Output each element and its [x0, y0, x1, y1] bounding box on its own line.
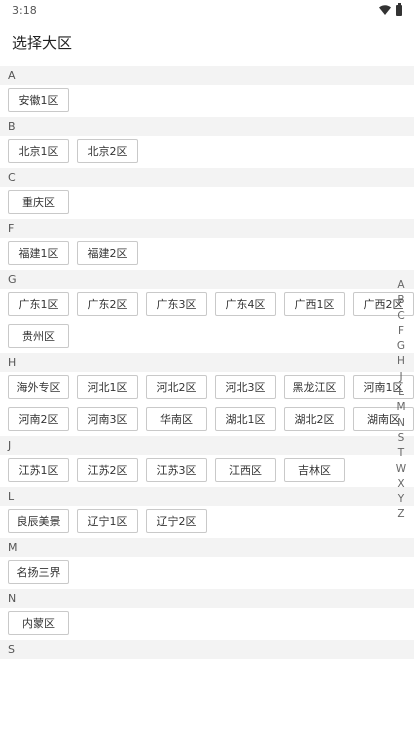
- region-chip[interactable]: 广东3区: [146, 292, 207, 316]
- region-chip[interactable]: 内蒙区: [8, 611, 69, 635]
- index-letter-w[interactable]: W: [394, 462, 408, 477]
- region-chip[interactable]: 河北3区: [215, 375, 276, 399]
- region-chip[interactable]: 湖北2区: [284, 407, 345, 431]
- region-chip[interactable]: 广东1区: [8, 292, 69, 316]
- region-chip[interactable]: 广西1区: [284, 292, 345, 316]
- group-header-g: G: [0, 270, 414, 289]
- region-chip[interactable]: 名扬三界: [8, 560, 69, 584]
- region-list[interactable]: A 安徽1区 B 北京1区 北京2区 C 重庆区 F 福建1区 福建2区 G 广东1区 广东2区 广东3区…: [0, 64, 414, 737]
- group-body-a: 安徽1区: [0, 85, 414, 115]
- index-letter-x[interactable]: X: [394, 477, 408, 492]
- region-chip[interactable]: 福建2区: [77, 241, 138, 265]
- region-chip[interactable]: 吉林区: [284, 458, 345, 482]
- region-chip[interactable]: 辽宁2区: [146, 509, 207, 533]
- group-header-s: S: [0, 640, 414, 659]
- group-body-j: 江苏1区 江苏2区 江苏3区 江西区 吉林区: [0, 455, 414, 485]
- status-bar: 3:18: [0, 0, 414, 20]
- region-chip[interactable]: 广东4区: [215, 292, 276, 316]
- region-chip[interactable]: 河北1区: [77, 375, 138, 399]
- region-chip[interactable]: 黑龙江区: [284, 375, 345, 399]
- region-chip[interactable]: 江苏3区: [146, 458, 207, 482]
- status-time: 3:18: [12, 3, 37, 17]
- index-letter-z[interactable]: Z: [394, 507, 408, 522]
- index-letter-m[interactable]: M: [394, 400, 408, 415]
- region-chip[interactable]: 湖北1区: [215, 407, 276, 431]
- group-header-b: B: [0, 117, 414, 136]
- battery-icon: [396, 2, 402, 16]
- region-chip[interactable]: 河南2区: [8, 407, 69, 431]
- region-chip[interactable]: 安徽1区: [8, 88, 69, 112]
- group-body-f: 福建1区 福建2区: [0, 238, 414, 268]
- region-chip[interactable]: 北京1区: [8, 139, 69, 163]
- page-title: 选择大区: [12, 33, 73, 52]
- index-letter-a[interactable]: A: [394, 278, 408, 293]
- index-letter-c[interactable]: C: [394, 309, 408, 324]
- region-chip[interactable]: 华南区: [146, 407, 207, 431]
- index-letter-s[interactable]: S: [394, 431, 408, 446]
- index-letter-f[interactable]: F: [394, 324, 408, 339]
- region-chip[interactable]: 江苏2区: [77, 458, 138, 482]
- region-chip[interactable]: 河南3区: [77, 407, 138, 431]
- group-header-j: J: [0, 436, 414, 455]
- region-chip[interactable]: 贵州区: [8, 324, 69, 348]
- region-chip[interactable]: 重庆区: [8, 190, 69, 214]
- index-letter-g[interactable]: G: [394, 339, 408, 354]
- alphabet-index-bar[interactable]: ABCFGHJLMNSTWXYZ: [394, 278, 408, 523]
- region-chip[interactable]: 江西区: [215, 458, 276, 482]
- index-letter-t[interactable]: T: [394, 446, 408, 461]
- index-letter-b[interactable]: B: [394, 293, 408, 308]
- group-body-c: 重庆区: [0, 187, 414, 217]
- index-letter-j[interactable]: J: [394, 370, 408, 385]
- index-letter-h[interactable]: H: [394, 354, 408, 369]
- region-chip[interactable]: 福建1区: [8, 241, 69, 265]
- region-chip[interactable]: 良辰美景: [8, 509, 69, 533]
- region-chip[interactable]: 河北2区: [146, 375, 207, 399]
- group-body-n: 内蒙区: [0, 608, 414, 638]
- group-header-c: C: [0, 168, 414, 187]
- index-letter-y[interactable]: Y: [394, 492, 408, 507]
- group-header-f: F: [0, 219, 414, 238]
- group-header-h: H: [0, 353, 414, 372]
- status-icons: [379, 2, 402, 16]
- index-letter-n[interactable]: N: [394, 416, 408, 431]
- group-header-n: N: [0, 589, 414, 608]
- group-body-h: 海外专区 河北1区 河北2区 河北3区 黑龙江区 河南1区 河南2区 河南3区 华南区 湖北1区湖…: [0, 372, 414, 434]
- group-body-g: 广东1区 广东2区 广东3区 广东4区 广西1区 广西2区 贵州区: [0, 289, 414, 351]
- group-body-b: 北京1区 北京2区: [0, 136, 414, 166]
- group-body-l: 良辰美景 辽宁1区 辽宁2区: [0, 506, 414, 536]
- region-chip[interactable]: 海外专区: [8, 375, 69, 399]
- group-body-m: 名扬三界: [0, 557, 414, 587]
- group-header-l: L: [0, 487, 414, 506]
- wifi-icon: [379, 5, 391, 15]
- page-header: 选择大区: [0, 20, 414, 64]
- group-header-a: A: [0, 66, 414, 85]
- region-chip[interactable]: 北京2区: [77, 139, 138, 163]
- region-chip[interactable]: 辽宁1区: [77, 509, 138, 533]
- region-chip[interactable]: 广东2区: [77, 292, 138, 316]
- index-letter-l[interactable]: L: [394, 385, 408, 400]
- group-header-m: M: [0, 538, 414, 557]
- region-chip[interactable]: 江苏1区: [8, 458, 69, 482]
